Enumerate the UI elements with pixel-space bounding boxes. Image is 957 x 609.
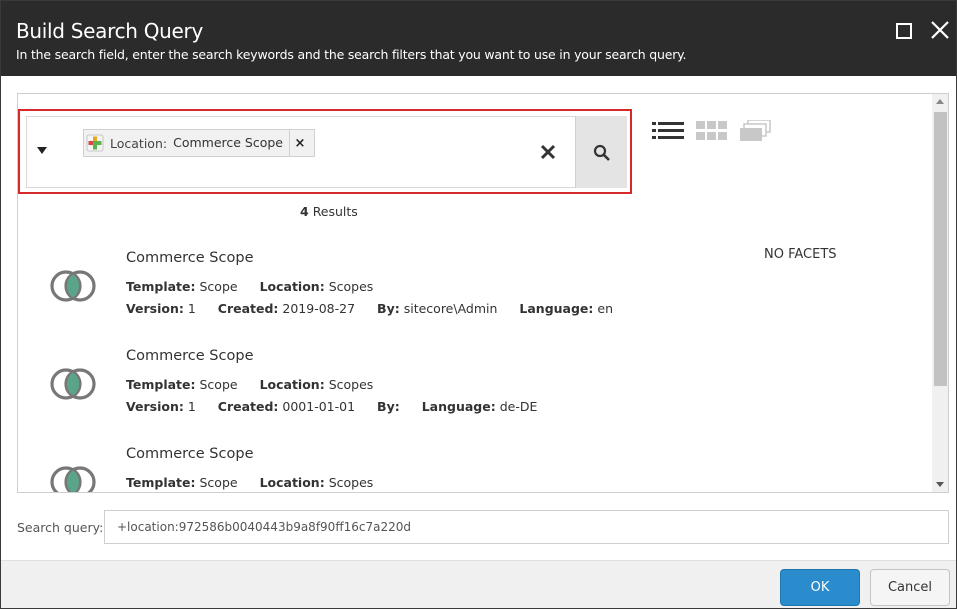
search-query-label: Search query: — [17, 520, 104, 535]
result-item[interactable]: Commerce Scope Template: Scope Location:… — [48, 446, 608, 492]
scroll-thumb[interactable] — [934, 112, 947, 386]
scroll-up-icon[interactable] — [936, 99, 944, 104]
dialog-subtitle: In the search field, enter the search ke… — [16, 47, 687, 62]
search-icon — [593, 144, 610, 161]
dialog-footer: OK Cancel — [1, 560, 956, 608]
search-highlight-box: Location: Commerce Scope × — [18, 109, 632, 194]
list-view-icon[interactable] — [652, 120, 684, 142]
result-title[interactable]: Commerce Scope — [126, 250, 253, 266]
search-query-field[interactable]: +location:972586b0040443b9a8f90ff16c7a22… — [104, 510, 949, 544]
ok-button[interactable]: OK — [780, 569, 860, 606]
build-search-query-dialog: Build Search Query In the search field, … — [0, 0, 957, 609]
maximize-icon[interactable] — [896, 23, 912, 39]
result-details-line: Version: 1 Created: 0001-01-01 By: Langu… — [126, 399, 538, 414]
result-item[interactable]: Commerce Scope Template: Scope Location:… — [48, 250, 613, 340]
stacked-view-icon[interactable] — [740, 120, 772, 142]
commerce-scope-icon — [50, 270, 96, 302]
commerce-scope-icon — [50, 466, 96, 492]
results-scrollbar[interactable] — [932, 94, 948, 492]
result-meta-line: Template: Scope Location: Scopes — [126, 279, 374, 294]
cancel-button[interactable]: Cancel — [870, 569, 950, 606]
result-details-line: Version: 1 Created: 2019-08-27 By: sitec… — [126, 301, 614, 316]
grid-view-icon[interactable] — [696, 120, 728, 142]
result-meta-line: Template: Scope Location: Scopes — [126, 475, 374, 490]
result-title[interactable]: Commerce Scope — [126, 446, 253, 462]
results-count: 4 Results — [300, 204, 358, 219]
scroll-down-icon[interactable] — [936, 482, 944, 487]
result-title[interactable]: Commerce Scope — [126, 348, 253, 364]
no-facets-label: NO FACETS — [764, 247, 837, 262]
close-icon[interactable] — [930, 19, 950, 41]
dialog-header: Build Search Query In the search field, … — [1, 1, 956, 76]
dropdown-arrow-icon[interactable] — [37, 147, 47, 154]
search-button[interactable] — [575, 116, 627, 188]
token-remove-icon[interactable]: × — [290, 136, 310, 151]
results-number: 4 — [300, 204, 309, 219]
search-filter-token[interactable]: Location: Commerce Scope × — [83, 129, 315, 157]
commerce-scope-icon — [50, 368, 96, 400]
search-content-panel: Location: Commerce Scope × 4 Results NO … — [17, 93, 949, 493]
dialog-title: Build Search Query — [16, 19, 204, 43]
results-label: Results — [312, 204, 358, 219]
search-field[interactable]: Location: Commerce Scope × — [26, 116, 627, 188]
view-mode-toolbar — [652, 120, 772, 142]
result-meta-line: Template: Scope Location: Scopes — [126, 377, 374, 392]
filter-plus-icon — [86, 134, 104, 152]
token-value: Commerce Scope — [173, 130, 290, 156]
clear-search-icon[interactable] — [539, 143, 557, 161]
token-key: Location: — [110, 135, 168, 151]
result-item[interactable]: Commerce Scope Template: Scope Location:… — [48, 348, 608, 438]
